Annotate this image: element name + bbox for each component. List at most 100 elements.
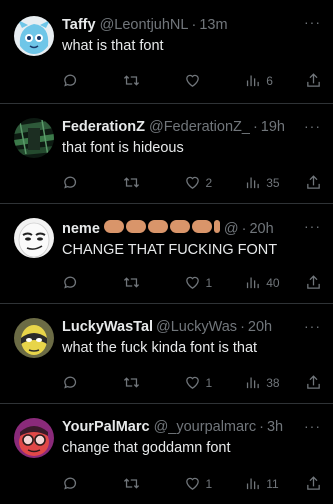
views-icon [247,177,260,189]
avatar[interactable] [14,418,54,458]
views-count: 6 [266,73,273,88]
flexed-biceps-icon [103,220,124,233]
tweet-actions: 1 38 [62,374,323,391]
timestamp[interactable]: 20h [249,220,273,238]
more-icon[interactable]: ··· [304,218,321,234]
share-button[interactable] [305,475,323,492]
reply-icon [64,276,77,289]
like-count: 2 [205,175,213,190]
retweet-button[interactable] [123,374,163,391]
views-count: 11 [266,476,279,491]
share-icon [307,175,320,189]
tweet-item[interactable]: neme @ · 20h ··· CHANGE THAT FUCKING FON… [0,204,333,304]
views-button[interactable]: 6 [244,72,284,89]
flexed-biceps-icon [147,220,168,233]
like-button[interactable]: 2 [184,174,224,191]
retweet-icon [123,478,139,489]
user-handle[interactable]: @FederationZ_ [149,118,250,136]
like-count: 1 [205,275,213,290]
green-glitch-avatar-icon [14,118,54,158]
tweet-header: LuckyWasTake @LuckyWas · 20h [62,318,323,336]
display-name[interactable]: FederationZ [62,118,145,136]
views-icon [247,478,260,490]
views-button[interactable]: 38 [244,374,284,391]
tweet-actions: 6 [62,72,323,89]
reply-button[interactable] [62,72,102,89]
more-icon[interactable]: ··· [304,418,321,434]
like-button[interactable]: 1 [184,274,224,291]
tweet-text: that font is hideous [62,140,184,156]
retweet-button[interactable] [123,274,163,291]
retweet-button[interactable] [123,72,163,89]
tweet-header: neme @ · 20h [62,218,323,238]
more-icon[interactable]: ··· [304,318,321,334]
avatar[interactable] [14,318,54,358]
tweet-item[interactable]: Taffy @LeontjuhNL · 13m ··· what is that… [0,0,333,104]
retweet-icon [123,75,139,86]
views-button[interactable]: 40 [244,274,284,291]
views-count: 35 [266,175,280,190]
display-name[interactable]: Taffy [62,16,96,34]
retweet-icon [123,177,139,188]
retweet-button[interactable] [123,174,163,191]
tweet-item[interactable]: YourPalMarc @_yourpalmarc · 3h ··· chang… [0,404,333,504]
tweet-text: change that goddamn font [62,440,231,456]
tweet-text: what the fuck kinda font is that [62,340,258,356]
share-button[interactable] [305,374,323,391]
timestamp[interactable]: 13m [199,16,227,34]
avatar[interactable] [14,218,54,258]
share-icon [307,73,320,87]
name-emojis [103,218,220,233]
avatar[interactable] [14,118,54,158]
like-button[interactable] [184,72,224,89]
user-handle[interactable]: @LuckyWas [156,318,237,336]
tweet-item[interactable]: FederationZ @FederationZ_ · 19h ··· that… [0,104,333,204]
views-icon [247,75,260,87]
views-button[interactable]: 35 [244,174,284,191]
timestamp[interactable]: 3h [267,418,283,436]
more-icon[interactable]: ··· [304,14,321,30]
timestamp[interactable]: 19h [261,118,285,136]
reply-button[interactable] [62,374,102,391]
reply-button[interactable] [62,174,102,191]
retweet-button[interactable] [123,475,163,492]
flexed-biceps-icon [125,220,146,233]
tweet-header: FederationZ @FederationZ_ · 19h [62,118,323,136]
smirk-face-avatar-icon [14,218,54,258]
tweet-item[interactable]: LuckyWasTake @LuckyWas · 20h ··· what th… [0,304,333,404]
heart-icon [185,477,199,490]
user-handle[interactable]: @ [224,220,239,238]
more-icon[interactable]: ··· [304,118,321,134]
reply-icon [64,477,77,490]
reply-icon [64,74,77,87]
tweet-header: YourPalMarc @_yourpalmarc · 3h [62,418,323,436]
views-button[interactable]: 11 [244,475,284,492]
share-button[interactable] [305,174,323,191]
user-handle[interactable]: @_yourpalmarc [154,418,257,436]
views-icon [247,277,260,289]
heart-icon [185,176,199,189]
user-handle[interactable]: @LeontjuhNL [100,16,189,34]
separator-dot: · [240,319,245,335]
share-button[interactable] [305,72,323,89]
retweet-icon [123,277,139,288]
share-button[interactable] [305,274,323,291]
red-glasses-avatar-icon [14,418,54,458]
flexed-biceps-icon [191,220,212,233]
reply-icon [64,376,77,389]
like-button[interactable]: 1 [184,475,224,492]
heart-icon [185,276,199,289]
reply-button[interactable] [62,475,102,492]
separator-dot: · [191,17,197,33]
display-name[interactable]: LuckyWasTake [62,318,152,336]
tweet-header: Taffy @LeontjuhNL · 13m [62,16,323,34]
display-name[interactable]: neme [62,220,100,238]
avatar[interactable] [14,16,54,56]
like-count: 1 [205,375,213,390]
reply-button[interactable] [62,274,102,291]
like-button[interactable]: 1 [184,374,224,391]
display-name[interactable]: YourPalMarc [62,418,150,436]
heart-icon [185,376,199,389]
timestamp[interactable]: 20h [248,318,272,336]
share-icon [307,476,320,490]
